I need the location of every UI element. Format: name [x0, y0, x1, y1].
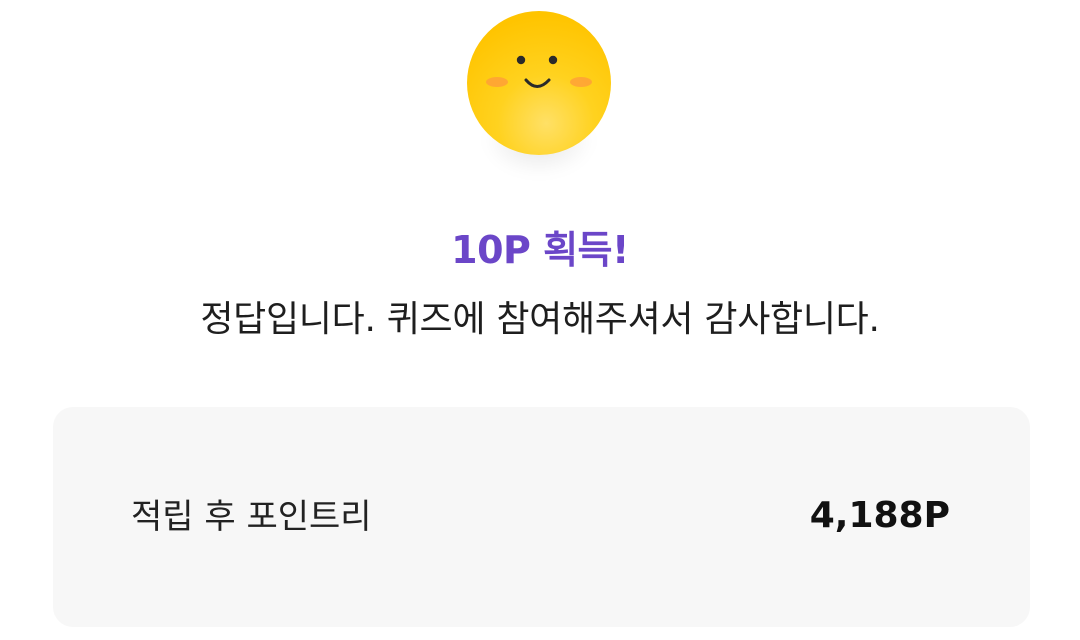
points-label: 적립 후 포인트리 — [131, 497, 372, 537]
result-message: 정답입니다. 퀴즈에 참여해주셔서 감사합니다. — [200, 299, 880, 340]
points-summary-card: 적립 후 포인트리 4,188P — [53, 407, 1030, 627]
smiley-face-icon — [466, 10, 612, 176]
quiz-result-page: 10P 획득! 정답입니다. 퀴즈에 참여해주셔서 감사합니다. 적립 후 포인… — [0, 0, 1080, 640]
points-value: 4,188P — [809, 495, 950, 536]
smiley-face-svg — [467, 11, 611, 155]
reward-title: 10P 획득! — [451, 228, 629, 272]
